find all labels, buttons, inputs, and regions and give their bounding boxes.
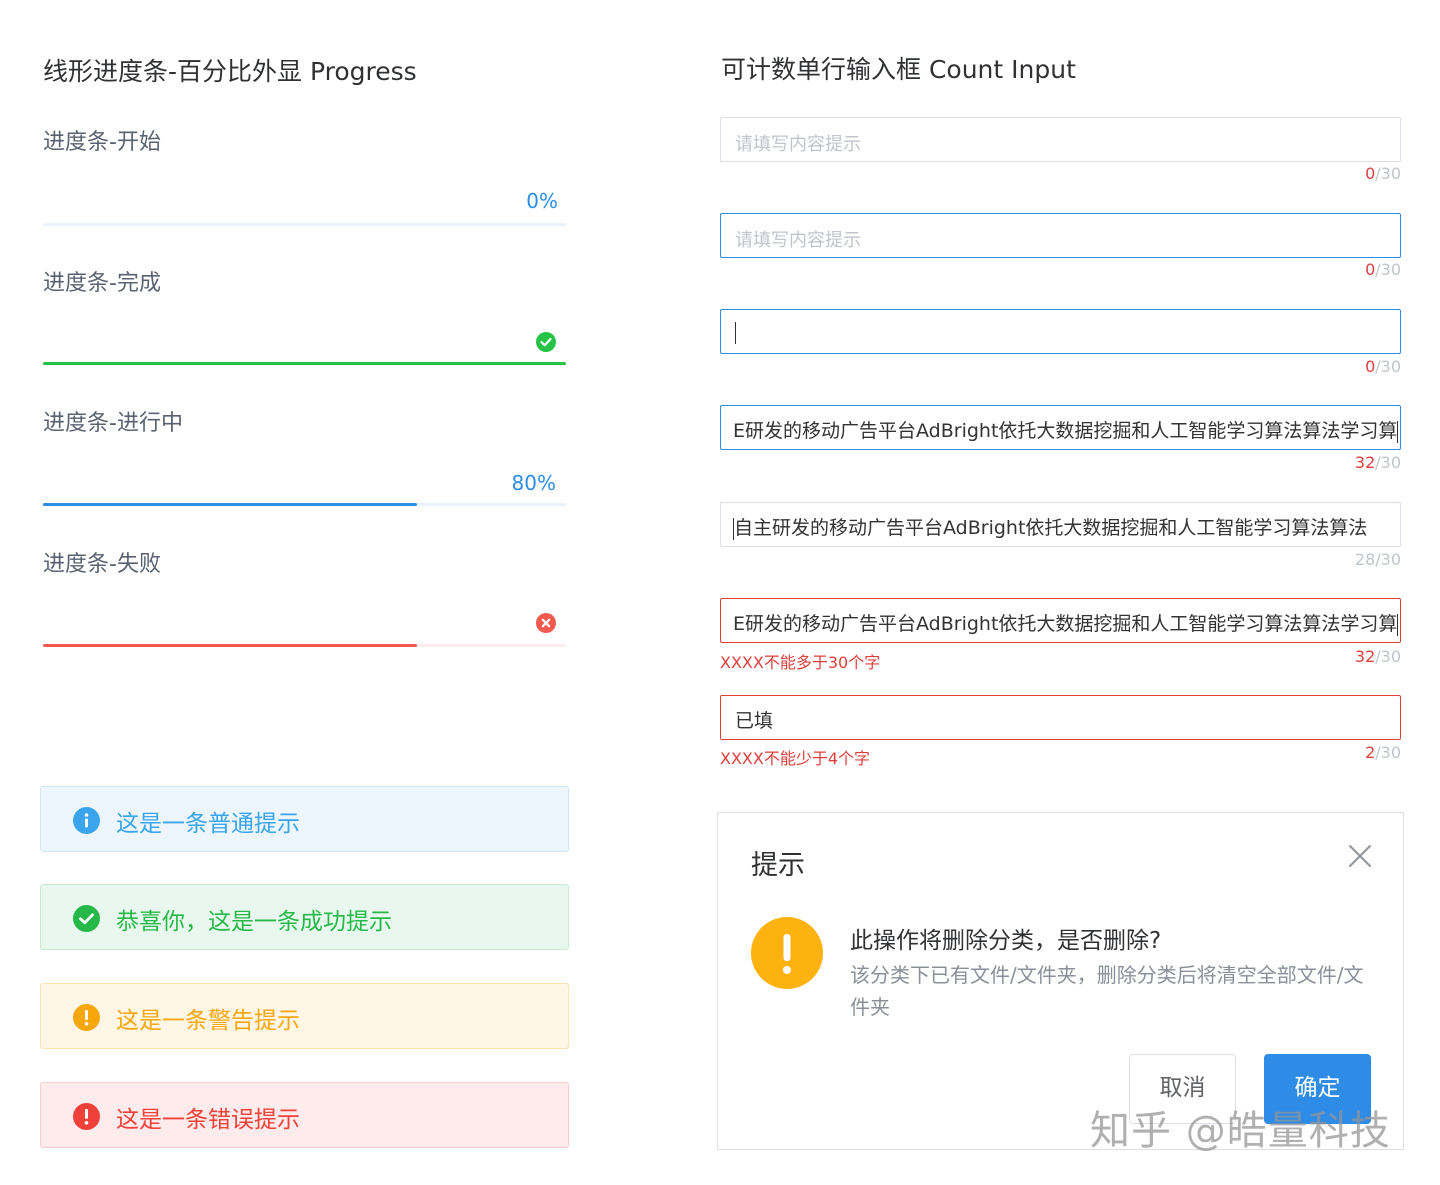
char-counter: 28/30	[1354, 550, 1401, 569]
watermark: 知乎 @皓量科技	[1090, 1108, 1391, 1154]
alert-info-text: 这是一条普通提示	[116, 811, 300, 837]
input-value: E研发的移动广告平台AdBright依托大数据挖掘和人工智能学习算法算法学习算	[733, 613, 1399, 636]
count-input-over-limit[interactable]: E研发的移动广告平台AdBright依托大数据挖掘和人工智能学习算法算法学习算	[720, 405, 1401, 450]
info-icon	[73, 807, 100, 834]
progress-percent-start: 0%	[526, 189, 558, 213]
exclamation-circle-icon	[73, 1103, 100, 1130]
dialog-title: 提示	[751, 850, 805, 881]
count-input-typing[interactable]	[720, 309, 1401, 354]
error-message: XXXX不能少于4个字	[720, 749, 871, 768]
alert-error: 这是一条错误提示	[40, 1082, 569, 1148]
progress-label-failed: 进度条-失败	[43, 552, 161, 577]
count-input-error-min[interactable]: 已填	[720, 695, 1401, 740]
alert-warning-text: 这是一条警告提示	[116, 1008, 300, 1034]
progress-fill-in-progress	[43, 503, 417, 506]
alert-info: 这是一条普通提示	[40, 786, 569, 852]
exclamation-circle-icon	[73, 1004, 100, 1031]
input-value: 已填	[735, 710, 774, 732]
alert-error-text: 这是一条错误提示	[116, 1107, 300, 1133]
progress-fill-complete	[43, 362, 566, 365]
progress-label-in-progress: 进度条-进行中	[43, 411, 183, 436]
count-input-default[interactable]: 请填写内容提示	[720, 117, 1401, 162]
warning-icon	[751, 917, 823, 989]
progress-section-title: 线形进度条-百分比外显 Progress	[43, 57, 417, 86]
progress-percent-in-progress: 80%	[511, 471, 556, 495]
char-counter: 32/30	[1354, 647, 1401, 666]
char-counter: 0/30	[1365, 357, 1401, 376]
input-placeholder: 请填写内容提示	[735, 134, 861, 155]
progress-bar-failed	[43, 644, 566, 647]
progress-bar-complete	[43, 362, 566, 365]
input-placeholder: 请填写内容提示	[735, 230, 861, 251]
count-input-error-max[interactable]: E研发的移动广告平台AdBright依托大数据挖掘和人工智能学习算法算法学习算	[720, 598, 1401, 643]
char-counter: 32/30	[1354, 453, 1401, 472]
alert-success: 恭喜你，这是一条成功提示	[40, 884, 569, 950]
count-input-focused[interactable]: 请填写内容提示	[720, 213, 1401, 258]
char-counter: 0/30	[1365, 164, 1401, 183]
text-caret	[735, 321, 736, 344]
alert-warning: 这是一条警告提示	[40, 983, 569, 1049]
progress-fill-failed	[43, 644, 417, 647]
check-circle-icon	[536, 332, 556, 352]
input-value: 自主研发的移动广告平台AdBright依托大数据挖掘和人工智能学习算法算法	[733, 517, 1368, 540]
alert-success-text: 恭喜你，这是一条成功提示	[116, 909, 392, 935]
count-input-section-title: 可计数单行输入框 Count Input	[721, 55, 1076, 84]
count-input-filled[interactable]: 自主研发的移动广告平台AdBright依托大数据挖掘和人工智能学习算法算法	[720, 502, 1401, 547]
input-value: E研发的移动广告平台AdBright依托大数据挖掘和人工智能学习算法算法学习算	[733, 420, 1399, 443]
dialog-message: 此操作将删除分类，是否删除?	[850, 928, 1162, 954]
char-counter: 0/30	[1365, 260, 1401, 279]
check-circle-icon	[73, 905, 100, 932]
dialog-detail: 该分类下已有文件/文件夹，删除分类后将清空全部文件/文件夹	[850, 963, 1364, 1019]
error-circle-icon	[536, 613, 556, 633]
progress-bar-in-progress	[43, 503, 566, 506]
char-counter: 2/30	[1365, 743, 1401, 762]
progress-label-start: 进度条-开始	[43, 130, 161, 155]
close-icon[interactable]	[1347, 843, 1373, 869]
progress-bar-start	[43, 223, 566, 226]
progress-label-complete: 进度条-完成	[43, 271, 161, 296]
error-message: XXXX不能多于30个字	[720, 653, 881, 672]
